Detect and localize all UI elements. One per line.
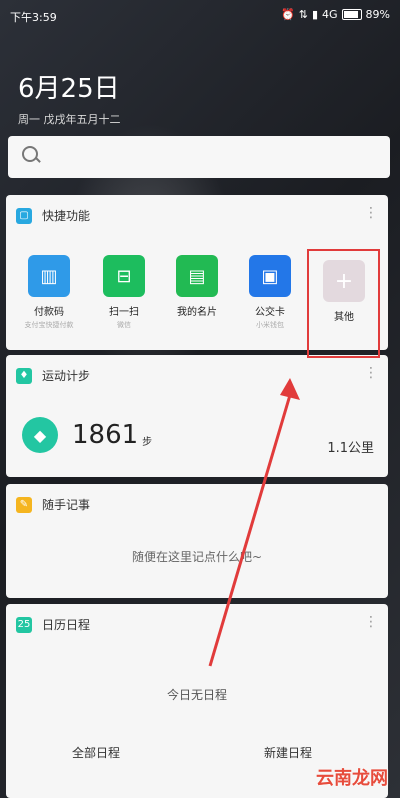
signal-icon: ▮ [311,8,319,21]
qa-label: 付款码 [34,307,64,318]
steps-row: ◆ 1861 步 [22,417,152,453]
notes-title: 随手记事 [42,498,91,512]
qa-item-business-card[interactable]: ▤ 我的名片 [165,255,229,320]
business-card-icon: ▤ [176,255,218,297]
all-events-button[interactable]: 全部日程 [72,744,120,761]
shoe-icon: ◆ [22,417,58,453]
steps-distance: 1.1公里 [327,441,374,456]
steps-unit: 步 [142,436,153,448]
lunar-date: 周一 戊戌年五月十二 [18,113,121,126]
highlight-box [307,249,380,358]
qa-sub: 微信 [117,321,131,329]
battery-percent: 89% [365,8,390,21]
steps-header: ♦ 运动计步 [16,367,90,384]
qa-item-transit-card[interactable]: ▣ 公交卡 小米钱包 [238,255,302,330]
qa-item-scan[interactable]: ⊟ 扫一扫 微信 [92,255,156,330]
new-event-button[interactable]: 新建日程 [264,744,312,761]
notes-card[interactable]: ✎ 随手记事 随便在这里记点什么吧~ [6,484,388,598]
bus-icon: ▣ [249,255,291,297]
qa-label: 公交卡 [255,307,285,318]
payment-code-icon: ▥ [28,255,70,297]
status-icons: ⏰ ⇅ ▮ 4G 89% [281,8,390,21]
search-bar[interactable] [8,136,390,178]
qa-sub: 支付宝快捷付款 [24,321,74,329]
notes-placeholder[interactable]: 随便在这里记点什么吧~ [6,548,388,565]
notes-header: ✎ 随手记事 [16,496,90,513]
steps-title: 运动计步 [42,369,91,383]
quick-access-icon: ▢ [16,207,32,224]
more-icon[interactable]: ⋮ [364,614,378,630]
network-type: 4G [322,8,338,21]
calendar-empty-text: 今日无日程 [166,688,227,702]
more-icon[interactable]: ⋮ [364,205,378,221]
quick-access-title: 快捷功能 [42,209,91,223]
scan-icon: ⊟ [103,255,145,297]
steps-count: 1861 [72,420,139,450]
date-header: 6月25日 周一 戊戌年五月十二 [18,68,121,127]
data-transfer-icon: ⇅ [298,8,308,21]
status-time: 下午3:59 [10,11,57,24]
qa-item-payment-code[interactable]: ▥ 付款码 支付宝快捷付款 [17,255,81,330]
calendar-header: 25 日历日程 [16,616,90,633]
calendar-icon: 25 [16,616,32,633]
qa-label: 扫一扫 [109,307,139,318]
running-icon: ♦ [16,367,32,384]
alarm-icon: ⏰ [281,8,295,21]
calendar-title: 日历日程 [42,618,91,632]
date-main: 6月25日 [18,74,120,104]
pencil-icon: ✎ [16,496,32,513]
more-icon[interactable]: ⋮ [364,365,378,381]
watermark-logo: 云南龙网 [316,768,388,789]
status-bar: 下午3:59 ⏰ ⇅ ▮ 4G 89% [0,0,400,32]
qa-sub: 小米钱包 [256,321,284,329]
quick-access-header: ▢ 快捷功能 [16,207,90,224]
search-icon [22,146,38,162]
step-counter-card[interactable]: ♦ 运动计步 ⋮ ◆ 1861 步 1.1公里 [6,355,388,477]
qa-label: 我的名片 [177,307,217,318]
battery-icon [341,9,362,20]
